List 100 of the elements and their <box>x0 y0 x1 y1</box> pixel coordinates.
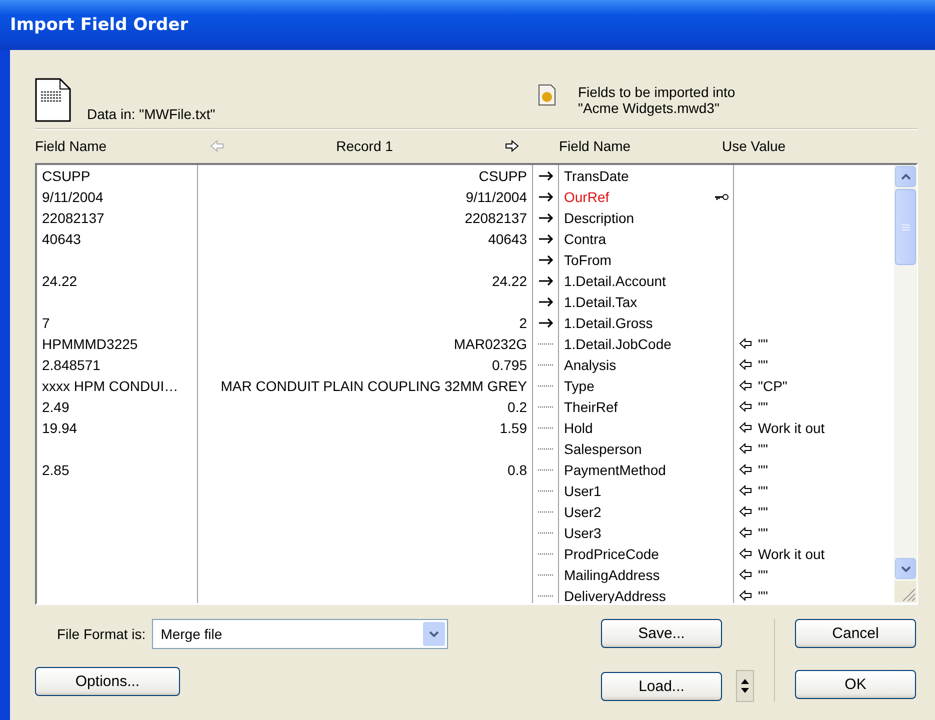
table-cell: 1.Detail.Gross <box>564 314 653 330</box>
table-cell: 19.94 <box>42 420 78 436</box>
left-arrow-icon <box>739 485 752 496</box>
chevron-up-icon <box>900 174 910 180</box>
table-cell: 0.2 <box>508 398 527 414</box>
left-arrow-icon <box>739 443 752 454</box>
left-arrow-icon <box>739 464 752 475</box>
dotted-line-icon[interactable] <box>538 448 553 450</box>
dotted-line-icon[interactable] <box>538 490 553 492</box>
left-arrow-icon <box>739 338 752 349</box>
table-cell: 1.Detail.Account <box>564 272 666 288</box>
table-cell: 24.22 <box>492 272 527 288</box>
table-cell: "CP" <box>758 378 788 394</box>
table-cell: "" <box>758 566 768 582</box>
dotted-line-icon[interactable] <box>538 552 553 554</box>
dotted-line-icon[interactable] <box>538 426 553 428</box>
file-format-dropdown[interactable]: Merge file <box>152 619 448 649</box>
right-arrow-icon[interactable] <box>538 296 554 306</box>
column-header: Field Name <box>35 138 107 154</box>
chevron-down-icon <box>900 566 910 572</box>
dotted-line-icon[interactable] <box>538 594 553 596</box>
right-arrow-icon[interactable] <box>538 318 554 328</box>
table-cell: 2 <box>519 314 527 330</box>
column-header: Field Name <box>559 138 631 154</box>
table-cell: "" <box>758 524 768 540</box>
table-cell: 9/11/2004 <box>42 188 104 204</box>
table-cell: CSUPP <box>478 168 527 184</box>
left-arrow-icon <box>739 569 752 580</box>
table-cell: TheirRef <box>564 398 618 414</box>
table-cell: MAR CONDUIT PLAIN COUPLING 32MM GREY <box>220 378 527 394</box>
table-cell: User2 <box>564 504 602 520</box>
table-cell: Salesperson <box>564 440 642 456</box>
table-cell: 22082137 <box>42 210 104 226</box>
table-cell: xxxx HPM CONDUI… <box>42 378 178 394</box>
chevron-down-icon <box>428 631 439 637</box>
data-source-label: Data in: "MWFile.txt" <box>87 106 216 122</box>
table-cell: Description <box>564 210 634 226</box>
target-file-label: "Acme Widgets.mwd3" <box>578 100 720 116</box>
dotted-line-icon[interactable] <box>538 574 553 576</box>
left-arrow-icon <box>739 548 752 559</box>
scroll-down-button[interactable] <box>895 558 916 579</box>
table-cell: Type <box>564 378 594 394</box>
table-cell: TransDate <box>564 168 629 184</box>
right-arrow-icon[interactable] <box>538 234 554 244</box>
table-cell: 2.85 <box>42 462 70 478</box>
right-arrow-icon[interactable] <box>538 276 554 286</box>
scrollbar-thumb[interactable] <box>895 189 916 265</box>
table-cell: 1.59 <box>500 420 527 436</box>
options-button[interactable]: Options... <box>35 667 180 696</box>
left-arrow-icon <box>739 380 752 391</box>
table-cell: 9/11/2004 <box>466 188 527 204</box>
cancel-button[interactable]: Cancel <box>795 619 916 648</box>
dotted-line-icon[interactable] <box>538 510 553 512</box>
table-cell: MailingAddress <box>564 566 660 582</box>
table-cell: 1.Detail.JobCode <box>564 336 672 352</box>
spinner-button[interactable] <box>736 670 754 702</box>
table-cell: "" <box>758 356 768 372</box>
save-button[interactable]: Save... <box>601 619 722 648</box>
table-cell: 40643 <box>488 230 527 246</box>
load-button[interactable]: Load... <box>601 672 722 700</box>
table-cell: 1.Detail.Tax <box>564 294 638 310</box>
right-arrow-icon[interactable] <box>538 170 554 180</box>
right-arrow-icon[interactable] <box>538 212 554 222</box>
dotted-line-icon[interactable] <box>538 384 553 386</box>
table-cell: 24.22 <box>42 272 78 288</box>
table-cell: Contra <box>564 230 606 246</box>
table-cell: HPMMMD3225 <box>42 336 138 352</box>
dotted-line-icon[interactable] <box>538 532 553 534</box>
table-cell: OurRef <box>564 188 610 204</box>
table-cell: User3 <box>564 524 602 540</box>
table-cell: Hold <box>564 420 593 436</box>
table-cell: ProdPriceCode <box>564 546 659 562</box>
dotted-line-icon[interactable] <box>538 364 553 366</box>
dotted-line-icon[interactable] <box>538 342 553 344</box>
right-arrow-icon[interactable] <box>538 192 554 202</box>
key-icon <box>715 192 729 200</box>
table-cell: 7 <box>42 314 50 330</box>
table-cell: User1 <box>564 482 602 498</box>
table-cell: "" <box>758 336 768 352</box>
scroll-up-button[interactable] <box>895 166 916 187</box>
ok-button[interactable]: OK <box>795 670 916 699</box>
dotted-line-icon[interactable] <box>538 468 553 470</box>
column-header: Use Value <box>722 138 786 154</box>
left-arrow-icon <box>739 527 752 538</box>
column-header: Record 1 <box>336 138 393 154</box>
table-cell: "" <box>758 504 768 520</box>
table-cell: "" <box>758 482 768 498</box>
left-arrow-icon <box>739 506 752 517</box>
dotted-line-icon[interactable] <box>538 406 553 408</box>
target-label: Fields to be imported into <box>578 84 736 100</box>
right-arrow-icon[interactable] <box>538 254 554 264</box>
table-cell: 0.8 <box>508 462 527 478</box>
next-record-icon[interactable] <box>505 140 519 152</box>
table-cell: "" <box>758 398 768 414</box>
table-cell: "" <box>758 462 768 478</box>
table-cell: Work it out <box>758 420 825 436</box>
table-cell: "" <box>758 588 768 603</box>
grip-icon <box>902 224 910 230</box>
table-cell: PaymentMethod <box>564 462 666 478</box>
up-down-icon <box>741 678 749 694</box>
